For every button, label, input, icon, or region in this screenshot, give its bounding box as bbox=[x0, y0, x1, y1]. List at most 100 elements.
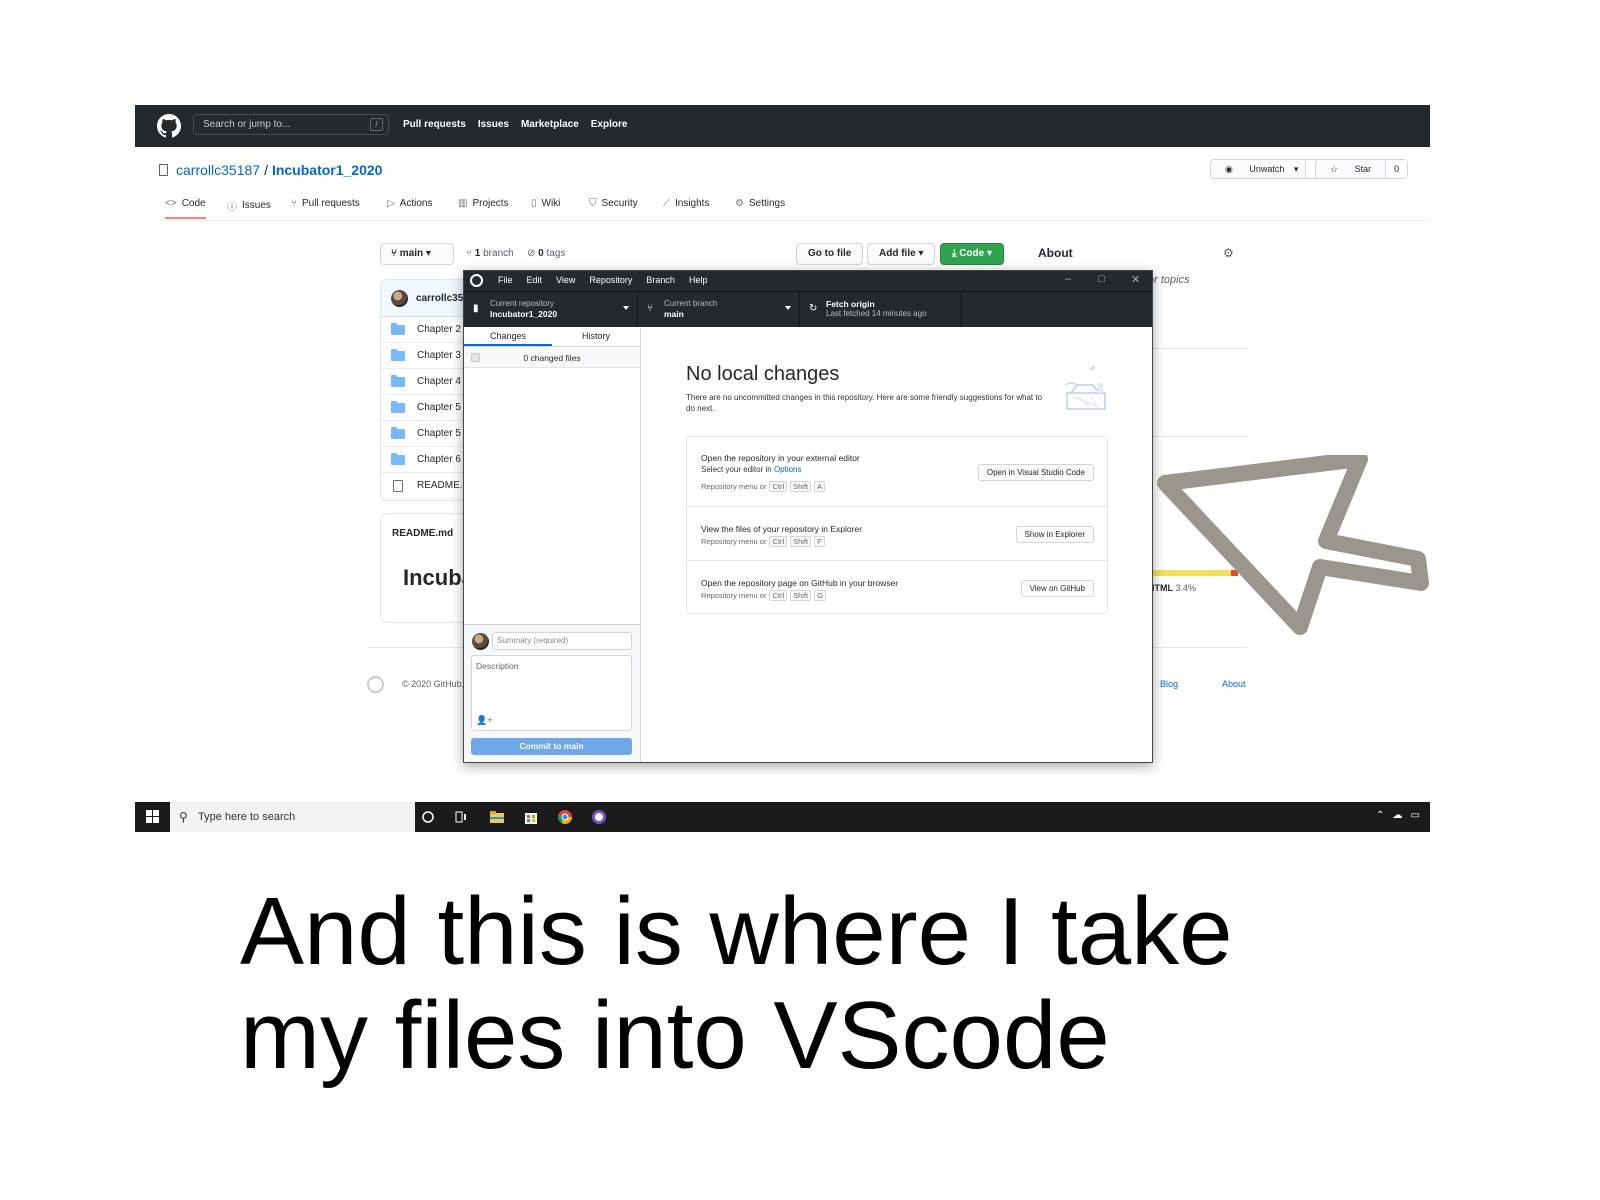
unwatch-button[interactable]: ◉ Unwatch ▾ bbox=[1211, 160, 1305, 178]
footer-blog-link[interactable]: Blog bbox=[1160, 679, 1178, 689]
tab-actions[interactable]: ▷ Actions bbox=[387, 198, 433, 209]
code-button-label: Code bbox=[959, 248, 985, 259]
fetch-origin-button[interactable]: ↻ Fetch origin Last fetched 14 minutes a… bbox=[800, 292, 962, 328]
tab-wiki[interactable]: ▯ Wiki bbox=[531, 198, 560, 209]
changed-files-count: 0 changed files bbox=[523, 353, 581, 363]
avatar[interactable] bbox=[391, 289, 408, 307]
tab-security[interactable]: ⛉ Security bbox=[589, 198, 638, 209]
menu-help[interactable]: Help bbox=[689, 275, 708, 285]
view-on-github-button[interactable]: View on GitHub bbox=[1020, 580, 1094, 597]
star-label: Star bbox=[1354, 164, 1372, 174]
cortana-icon[interactable] bbox=[420, 809, 436, 825]
menu-edit[interactable]: Edit bbox=[527, 275, 543, 285]
menu-file[interactable]: File bbox=[498, 275, 513, 285]
about-gear-icon[interactable]: ⚙ bbox=[1223, 246, 1234, 260]
github-desktop-window: File Edit View Repository Branch Help – … bbox=[463, 270, 1153, 763]
show-in-explorer-button[interactable]: Show in Explorer bbox=[1015, 526, 1094, 543]
code-icon: <> bbox=[165, 198, 177, 209]
tab-code-label: Code bbox=[181, 198, 206, 209]
tab-issues-label: Issues bbox=[242, 200, 271, 211]
code-download-button[interactable]: ⤓ Code ▾ bbox=[940, 243, 1005, 265]
star-button[interactable]: ☆ Star bbox=[1316, 160, 1385, 178]
branch-icon: ⑂ bbox=[466, 248, 475, 259]
menu-view[interactable]: View bbox=[556, 275, 575, 285]
breadcrumb-separator: / bbox=[264, 162, 268, 178]
nav-explore[interactable]: Explore bbox=[591, 119, 628, 130]
about-heading: About bbox=[1038, 246, 1073, 260]
star-count[interactable]: 0 bbox=[1385, 160, 1408, 178]
network-icon[interactable]: ▭ bbox=[1411, 810, 1420, 821]
chevron-down-icon bbox=[623, 306, 629, 310]
tab-settings[interactable]: ⚙ Settings bbox=[735, 198, 785, 209]
tag-icon: ⊘ bbox=[527, 248, 539, 259]
github-logo-icon[interactable] bbox=[157, 114, 181, 138]
github-desktop-icon[interactable] bbox=[591, 809, 607, 825]
tab-history[interactable]: History bbox=[552, 327, 640, 346]
chrome-icon[interactable] bbox=[557, 809, 573, 825]
repo-name-link[interactable]: Incubator1_2020 bbox=[272, 162, 383, 178]
pull-request-icon: ⑂ bbox=[291, 198, 297, 209]
releases-divider bbox=[1148, 436, 1248, 437]
commit-author[interactable]: carrollc351 bbox=[416, 293, 469, 304]
minimize-icon[interactable]: – bbox=[1065, 273, 1071, 285]
slide-caption: And this is where I take my files into V… bbox=[240, 880, 1490, 1088]
tab-issues[interactable]: ⓘ Issues bbox=[227, 198, 271, 213]
open-in-vscode-button[interactable]: Open in Visual Studio Code bbox=[977, 464, 1094, 481]
windows-start-icon[interactable] bbox=[146, 810, 159, 823]
maximize-icon[interactable]: □ bbox=[1098, 273, 1105, 285]
menu-branch[interactable]: Branch bbox=[646, 275, 675, 285]
search-placeholder: Search or jump to... bbox=[203, 119, 291, 130]
topics-hint: or topics bbox=[1148, 274, 1190, 286]
file-explorer-icon[interactable] bbox=[489, 809, 505, 825]
chevron-up-icon[interactable]: ⌃ bbox=[1376, 810, 1384, 821]
search-icon: ⚲ bbox=[179, 810, 188, 824]
star-button-group: ☆ Star 0 bbox=[1315, 159, 1409, 179]
key-f: F bbox=[814, 536, 825, 547]
repo-owner-link[interactable]: carrollc35187 bbox=[176, 162, 260, 178]
current-repository-button[interactable]: ▮ Current repository Incubator1_2020 bbox=[464, 292, 638, 328]
subtitle-text: Select your editor in bbox=[701, 465, 772, 474]
nav-pull-requests[interactable]: Pull requests bbox=[403, 119, 466, 130]
tab-actions-label: Actions bbox=[399, 198, 433, 209]
summary-input[interactable]: Summary (required) bbox=[492, 632, 632, 650]
shortcut-hint: Repository menu or Ctrl Shift F bbox=[701, 536, 825, 547]
tab-code[interactable]: <> Code bbox=[165, 198, 206, 219]
go-to-file-button[interactable]: Go to file bbox=[796, 243, 864, 265]
shortcut-prefix: Repository menu or bbox=[701, 537, 767, 546]
current-branch-value: main bbox=[664, 309, 684, 319]
tab-changes[interactable]: Changes bbox=[464, 327, 552, 346]
task-view-icon[interactable] bbox=[453, 809, 469, 825]
nav-marketplace[interactable]: Marketplace bbox=[521, 119, 579, 130]
folder-icon bbox=[391, 348, 405, 361]
close-icon[interactable]: ✕ bbox=[1131, 273, 1140, 286]
options-link[interactable]: Options bbox=[774, 465, 802, 474]
footer-about-link[interactable]: About bbox=[1222, 679, 1246, 689]
select-all-checkbox[interactable] bbox=[471, 353, 480, 362]
tab-insights[interactable]: ⟋ Insights bbox=[663, 198, 709, 209]
cloud-icon[interactable]: ☁ bbox=[1393, 810, 1403, 821]
key-shift: Shift bbox=[790, 590, 812, 601]
taskbar-search-input[interactable]: ⚲ Type here to search bbox=[170, 802, 415, 832]
tab-projects-label: Projects bbox=[472, 198, 509, 209]
tab-projects[interactable]: ▥ Projects bbox=[458, 198, 509, 209]
add-file-button[interactable]: Add file ▾ bbox=[867, 243, 936, 265]
branch-count-link[interactable]: ⑂ 1 branch bbox=[466, 248, 514, 259]
windows-taskbar: ⚲ Type here to search ⌃ ☁ ▭ bbox=[135, 802, 1430, 832]
nav-issues[interactable]: Issues bbox=[478, 119, 509, 130]
fetch-label: Fetch origin bbox=[826, 299, 875, 309]
tab-pull-requests[interactable]: ⑂ Pull requests bbox=[291, 198, 360, 209]
commit-button[interactable]: Commit to main bbox=[471, 738, 632, 755]
tag-word: tags bbox=[546, 248, 566, 259]
menu-repository[interactable]: Repository bbox=[589, 275, 632, 285]
branch-select-button[interactable]: ⑂ main ▾ bbox=[380, 243, 454, 265]
desk-illustration-icon bbox=[1064, 365, 1106, 410]
current-branch-button[interactable]: ⑂ Current branch main bbox=[638, 292, 800, 328]
tag-count-link[interactable]: ⊘ 0 tags bbox=[527, 248, 565, 259]
footer-github-logo-icon[interactable] bbox=[367, 676, 384, 693]
shortcut-hint: Repository menu or Ctrl Shift A bbox=[701, 481, 826, 492]
key-shift: Shift bbox=[790, 481, 812, 492]
store-icon[interactable] bbox=[523, 809, 539, 825]
add-coauthor-icon[interactable]: 👤+ bbox=[476, 715, 492, 726]
description-textarea[interactable]: Description 👤+ bbox=[471, 655, 632, 731]
github-search-input[interactable]: Search or jump to... / bbox=[193, 114, 389, 135]
